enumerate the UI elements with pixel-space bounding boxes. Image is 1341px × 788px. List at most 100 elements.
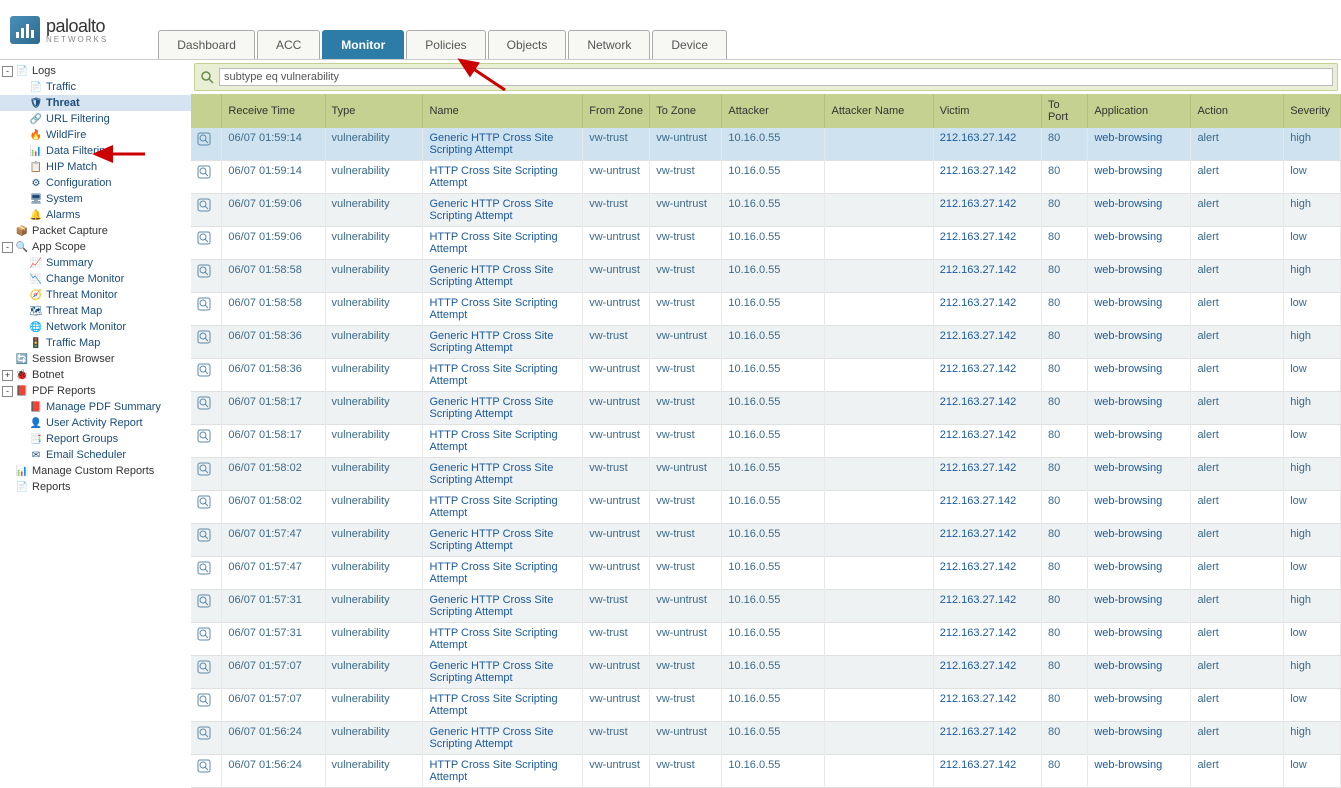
table-row[interactable]: 06/07 01:58:58vulnerabilityHTTP Cross Si… [191,293,1341,326]
log-detail-icon[interactable] [197,495,211,509]
value-link[interactable]: web-browsing [1094,594,1162,606]
tab-monitor[interactable]: Monitor [322,30,404,59]
sidebar-pdf-report-groups[interactable]: 📑Report Groups [0,431,191,447]
value-link[interactable]: web-browsing [1094,726,1162,738]
threat-name-link[interactable]: Generic HTTP Cross Site Scripting Attemp… [429,726,553,750]
value-link[interactable]: web-browsing [1094,264,1162,276]
log-detail-icon[interactable] [197,198,211,212]
table-row[interactable]: 06/07 01:57:47vulnerabilityGeneric HTTP … [191,524,1341,557]
sidebar-pdf-user-activity-report[interactable]: 👤User Activity Report [0,415,191,431]
col-header[interactable]: To Zone [650,94,722,128]
log-detail-icon[interactable] [197,726,211,740]
sidebar-logs-traffic[interactable]: 📄Traffic [0,79,191,95]
value-link[interactable]: 212.163.27.142 [940,759,1016,771]
log-detail-icon[interactable] [197,693,211,707]
tree-toggle-icon[interactable]: - [2,242,13,253]
sidebar-logs[interactable]: -📄Logs [0,63,191,79]
value-link[interactable]: 212.163.27.142 [940,495,1016,507]
threat-name-link[interactable]: HTTP Cross Site Scripting Attempt [429,363,557,387]
value-link[interactable]: 212.163.27.142 [940,264,1016,276]
table-row[interactable]: 06/07 01:58:36vulnerabilityGeneric HTTP … [191,326,1341,359]
value-link[interactable]: 212.163.27.142 [940,165,1016,177]
sidebar-logs-hip-match[interactable]: 📋HIP Match [0,159,191,175]
table-row[interactable]: 06/07 01:59:14vulnerabilityGeneric HTTP … [191,128,1341,161]
threat-name-link[interactable]: Generic HTTP Cross Site Scripting Attemp… [429,264,553,288]
threat-name-link[interactable]: Generic HTTP Cross Site Scripting Attemp… [429,594,553,618]
col-header[interactable]: Application [1088,94,1191,128]
table-row[interactable]: 06/07 01:59:06vulnerabilityHTTP Cross Si… [191,227,1341,260]
sidebar-manage-custom-reports[interactable]: 📊Manage Custom Reports [0,463,191,479]
threat-name-link[interactable]: Generic HTTP Cross Site Scripting Attemp… [429,330,553,354]
table-row[interactable]: 06/07 01:57:07vulnerabilityGeneric HTTP … [191,656,1341,689]
table-row[interactable]: 06/07 01:56:24vulnerabilityGeneric HTTP … [191,722,1341,755]
search-icon[interactable] [199,69,215,85]
sidebar-appscope-threat-monitor[interactable]: 🧭Threat Monitor [0,287,191,303]
value-link[interactable]: web-browsing [1094,297,1162,309]
tab-objects[interactable]: Objects [488,30,567,59]
table-row[interactable]: 06/07 01:58:36vulnerabilityHTTP Cross Si… [191,359,1341,392]
filter-input[interactable] [219,68,1333,86]
value-link[interactable]: web-browsing [1094,165,1162,177]
sidebar-reports[interactable]: 📄Reports [0,479,191,495]
log-detail-icon[interactable] [197,429,211,443]
sidebar-appscope-change-monitor[interactable]: 📉Change Monitor [0,271,191,287]
log-detail-icon[interactable] [197,363,211,377]
threat-name-link[interactable]: Generic HTTP Cross Site Scripting Attemp… [429,528,553,552]
sidebar-logs-system[interactable]: 🖥System [0,191,191,207]
threat-name-link[interactable]: HTTP Cross Site Scripting Attempt [429,561,557,585]
table-row[interactable]: 06/07 01:58:02vulnerabilityHTTP Cross Si… [191,491,1341,524]
threat-name-link[interactable]: Generic HTTP Cross Site Scripting Attemp… [429,462,553,486]
value-link[interactable]: web-browsing [1094,231,1162,243]
col-header[interactable]: Action [1191,94,1284,128]
value-link[interactable]: 212.163.27.142 [940,528,1016,540]
log-detail-icon[interactable] [197,660,211,674]
tree-toggle-icon[interactable]: - [2,386,13,397]
log-detail-icon[interactable] [197,165,211,179]
sidebar-logs-configuration[interactable]: ⚙Configuration [0,175,191,191]
value-link[interactable]: web-browsing [1094,627,1162,639]
table-row[interactable]: 06/07 01:58:17vulnerabilityGeneric HTTP … [191,392,1341,425]
tab-dashboard[interactable]: Dashboard [158,30,255,59]
value-link[interactable]: 212.163.27.142 [940,330,1016,342]
sidebar-logs-url-filtering[interactable]: 🔗URL Filtering [0,111,191,127]
sidebar-pdf-email-scheduler[interactable]: ✉Email Scheduler [0,447,191,463]
tab-policies[interactable]: Policies [406,30,485,59]
col-header[interactable]: Victim [933,94,1041,128]
value-link[interactable]: 212.163.27.142 [940,660,1016,672]
table-row[interactable]: 06/07 01:58:58vulnerabilityGeneric HTTP … [191,260,1341,293]
threat-name-link[interactable]: HTTP Cross Site Scripting Attempt [429,495,557,519]
value-link[interactable]: web-browsing [1094,363,1162,375]
value-link[interactable]: web-browsing [1094,396,1162,408]
value-link[interactable]: web-browsing [1094,132,1162,144]
value-link[interactable]: 212.163.27.142 [940,231,1016,243]
tree-toggle-icon[interactable]: + [2,370,13,381]
threat-name-link[interactable]: Generic HTTP Cross Site Scripting Attemp… [429,660,553,684]
value-link[interactable]: 212.163.27.142 [940,726,1016,738]
sidebar-logs-wildfire[interactable]: 🔥WildFire [0,127,191,143]
value-link[interactable]: 212.163.27.142 [940,627,1016,639]
tab-network[interactable]: Network [568,30,650,59]
log-detail-icon[interactable] [197,231,211,245]
threat-name-link[interactable]: HTTP Cross Site Scripting Attempt [429,429,557,453]
tree-toggle-icon[interactable]: - [2,66,13,77]
value-link[interactable]: 212.163.27.142 [940,594,1016,606]
threat-name-link[interactable]: HTTP Cross Site Scripting Attempt [429,693,557,717]
value-link[interactable]: 212.163.27.142 [940,297,1016,309]
col-header[interactable]: Type [325,94,423,128]
log-detail-icon[interactable] [197,561,211,575]
sidebar-appscope-threat-map[interactable]: 🗺Threat Map [0,303,191,319]
value-link[interactable]: 212.163.27.142 [940,198,1016,210]
value-link[interactable]: 212.163.27.142 [940,462,1016,474]
value-link[interactable]: web-browsing [1094,462,1162,474]
value-link[interactable]: 212.163.27.142 [940,429,1016,441]
value-link[interactable]: web-browsing [1094,198,1162,210]
col-header[interactable]: Attacker [722,94,825,128]
col-header[interactable]: To Port [1041,94,1087,128]
value-link[interactable]: 212.163.27.142 [940,396,1016,408]
log-detail-icon[interactable] [197,330,211,344]
threat-name-link[interactable]: HTTP Cross Site Scripting Attempt [429,165,557,189]
log-detail-icon[interactable] [197,264,211,278]
log-detail-icon[interactable] [197,528,211,542]
tab-acc[interactable]: ACC [257,30,320,59]
value-link[interactable]: 212.163.27.142 [940,561,1016,573]
